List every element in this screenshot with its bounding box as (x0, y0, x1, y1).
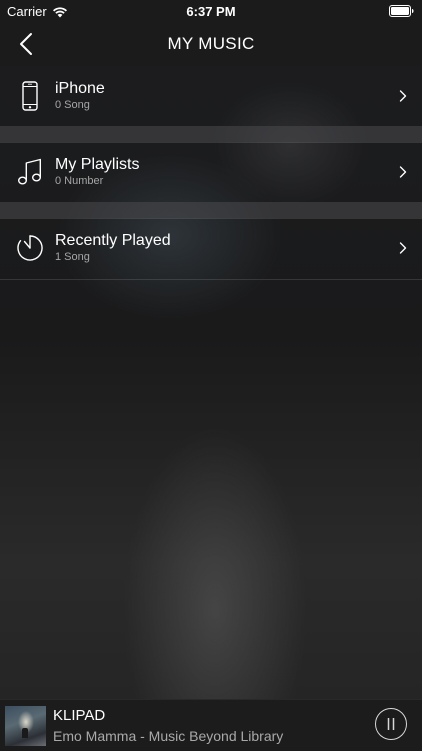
nav-bar: MY MUSIC (0, 22, 422, 66)
row-iphone[interactable]: iPhone 0 Song (0, 66, 422, 126)
row-icon-wrapper (14, 156, 46, 188)
status-bar: Carrier 6:37 PM (0, 0, 422, 22)
now-playing-title: KLIPAD (53, 707, 106, 724)
chevron-right-icon (399, 90, 407, 102)
row-recently-played[interactable]: Recently Played 1 Song (0, 218, 422, 278)
battery-icon (389, 5, 414, 17)
page-title: MY MUSIC (167, 34, 255, 53)
row-icon-wrapper (14, 232, 46, 264)
clock-icon (17, 235, 43, 261)
now-playing-bar[interactable]: KLIPAD Emo Mamma - Music Beyond Library (0, 699, 422, 751)
iphone-icon (22, 81, 38, 111)
section-gap (0, 202, 422, 218)
row-my-playlists[interactable]: My Playlists 0 Number (0, 142, 422, 202)
divider (0, 279, 422, 280)
chevron-right-icon (399, 166, 407, 178)
row-subtitle-recently-played: 1 Song (55, 251, 90, 263)
row-title-recently-played: Recently Played (55, 232, 171, 249)
now-playing-subtitle: Emo Mamma - Music Beyond Library (53, 728, 284, 744)
status-time: 6:37 PM (186, 4, 236, 19)
row-subtitle-my-playlists: 0 Number (55, 175, 104, 187)
row-subtitle-iphone: 0 Song (55, 99, 90, 111)
album-art[interactable] (5, 706, 46, 746)
row-title-my-playlists: My Playlists (55, 156, 140, 173)
music-note-icon (18, 158, 41, 185)
row-title-iphone: iPhone (55, 80, 105, 97)
album-art-figure (22, 728, 28, 738)
pause-icon (387, 718, 395, 730)
chevron-right-icon (399, 242, 407, 254)
row-icon-wrapper (14, 80, 46, 112)
section-gap (0, 126, 422, 142)
pause-button[interactable] (375, 708, 407, 740)
